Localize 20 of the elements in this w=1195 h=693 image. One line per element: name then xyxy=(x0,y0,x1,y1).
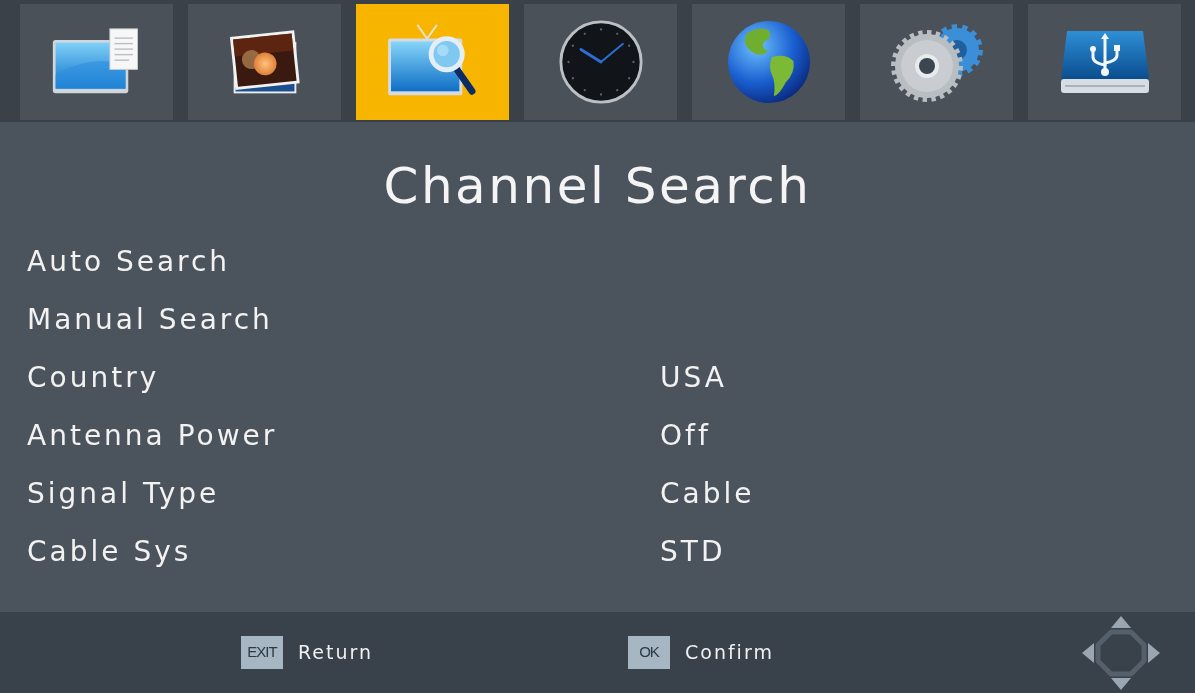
page-title: Channel Search xyxy=(383,158,812,214)
setting-label[interactable]: Manual Search xyxy=(27,299,273,341)
setting-label[interactable]: Antenna Power xyxy=(27,415,278,457)
setting-value: STD xyxy=(660,534,726,570)
setting-value: Cable xyxy=(660,476,755,512)
remote-key: OK xyxy=(628,636,670,669)
setting-label[interactable]: Country xyxy=(27,357,160,399)
hint-label: Return xyxy=(298,640,374,666)
setting-label[interactable]: Cable Sys xyxy=(27,531,192,573)
setting-label[interactable]: Auto Search xyxy=(27,241,231,283)
setting-label[interactable]: Signal Type xyxy=(27,473,220,515)
setting-value: Off xyxy=(660,418,711,454)
menu-tab[interactable] xyxy=(188,4,341,120)
hint-label: Confirm xyxy=(685,640,774,666)
menu-tab[interactable] xyxy=(1028,4,1181,120)
clock-icon xyxy=(557,19,644,105)
setting-value: USA xyxy=(660,360,727,396)
menu-tab[interactable] xyxy=(524,4,677,120)
menu-tab[interactable] xyxy=(20,4,173,120)
remote-key: EXIT xyxy=(241,636,283,669)
